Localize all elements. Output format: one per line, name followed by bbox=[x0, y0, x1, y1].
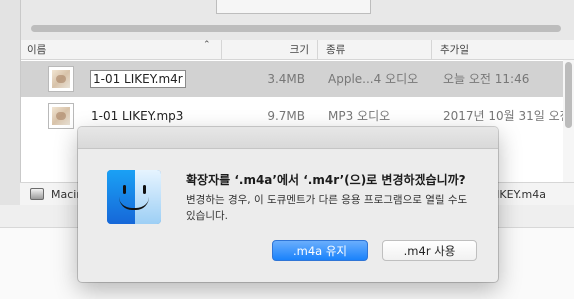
file-date-added: 오늘 오전 11:46 bbox=[443, 72, 530, 86]
table-row[interactable]: 1-01 LIKEY.m4r 3.4MB Apple...4 오디오 오늘 오전… bbox=[21, 61, 574, 97]
file-size: 3.4MB bbox=[267, 72, 305, 86]
scrollbar-knob[interactable] bbox=[565, 62, 572, 128]
column-header-size[interactable]: 크기 bbox=[221, 40, 317, 60]
horizontal-scrollbar[interactable] bbox=[31, 25, 561, 32]
dialog-title: 확장자를 ‘.m4a’에서 ‘.m4r’(으)로 변경하겠습니까? bbox=[186, 173, 466, 187]
rename-extension-dialog: 확장자를 ‘.m4a’에서 ‘.m4r’(으)로 변경하겠습니까? 변경하는 경… bbox=[78, 127, 498, 282]
chevron-up-icon[interactable]: ⌃ bbox=[203, 40, 211, 50]
column-header-name[interactable]: 이름 bbox=[21, 40, 221, 60]
path-segment-file[interactable]: IKEY.m4a bbox=[496, 183, 546, 206]
use-new-extension-button[interactable]: .m4r 사용 bbox=[382, 240, 477, 261]
list-header: 이름 ⌃ 크기 종류 추가일 bbox=[21, 40, 574, 60]
audio-file-icon bbox=[48, 66, 74, 92]
audio-file-icon bbox=[48, 103, 74, 129]
preview-strip bbox=[21, 0, 574, 42]
column-header-date-added[interactable]: 추가일 bbox=[431, 40, 574, 60]
finder-icon bbox=[107, 170, 161, 224]
column-header-kind[interactable]: 종류 bbox=[317, 40, 431, 60]
hard-drive-icon[interactable] bbox=[30, 188, 44, 200]
keep-extension-button[interactable]: .m4a 유지 bbox=[272, 240, 368, 261]
file-kind: Apple...4 오디오 bbox=[328, 72, 419, 86]
dialog-message: 변경하는 경우, 이 도큐멘트가 다른 응용 프로그램으로 열릴 수도 있습니다… bbox=[186, 194, 468, 222]
file-name-editing[interactable]: 1-01 LIKEY.m4r bbox=[91, 61, 185, 97]
preview-thumbnail bbox=[216, 0, 371, 14]
dialog-title-bar bbox=[78, 127, 498, 149]
